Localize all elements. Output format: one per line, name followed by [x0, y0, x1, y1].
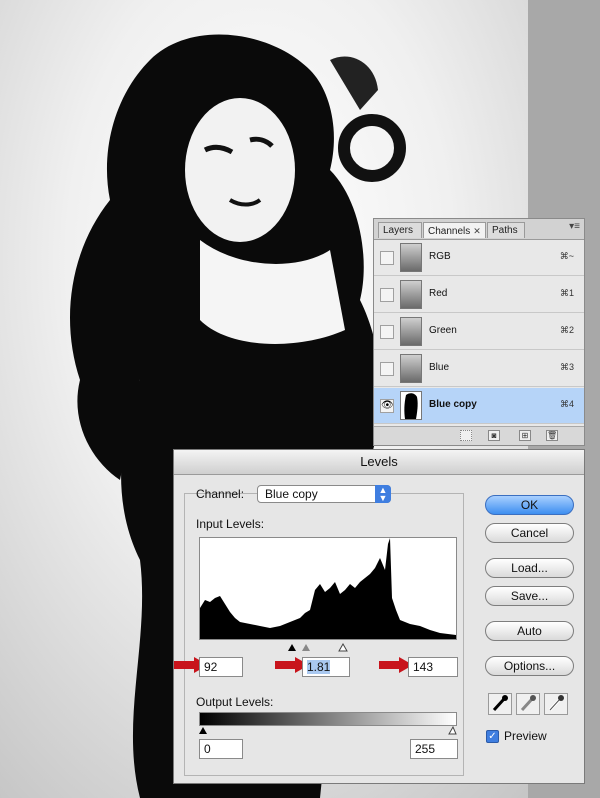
- input-slider: [288, 642, 348, 652]
- output-levels-label: Output Levels:: [196, 695, 274, 709]
- thumbnail-silhouette: [404, 393, 418, 419]
- tab-paths[interactable]: Paths: [487, 222, 525, 238]
- channel-name: Blue copy: [429, 399, 477, 410]
- gamma-handle[interactable]: [302, 644, 310, 651]
- visibility-toggle[interactable]: [380, 251, 394, 265]
- preview-checkbox[interactable]: ✓: [486, 730, 499, 743]
- output-gradient: [199, 712, 457, 726]
- black-point-handle[interactable]: [288, 644, 296, 651]
- tab-channels[interactable]: Channels ✕: [423, 222, 486, 238]
- output-white-handle[interactable]: [448, 726, 457, 735]
- auto-button[interactable]: Auto: [485, 621, 574, 641]
- input-gamma-field[interactable]: 1.81: [302, 657, 350, 677]
- channels-panel: Layers Channels ✕ Paths ▾≡ RGB ⌘~ Red ⌘1 …: [373, 218, 585, 446]
- channel-shortcut: ⌘1: [559, 288, 574, 298]
- channel-thumbnail: [400, 391, 422, 420]
- channel-row-blue[interactable]: Blue ⌘3: [374, 351, 584, 387]
- channel-shortcut: ⌘2: [559, 325, 574, 335]
- channel-name: RGB: [429, 251, 451, 262]
- channel-shortcut: ⌘4: [559, 399, 574, 409]
- channel-shortcut: ⌘3: [559, 362, 574, 372]
- preview-label: Preview: [504, 729, 547, 743]
- visibility-toggle[interactable]: [380, 362, 394, 376]
- dialog-title: Levels: [174, 450, 584, 475]
- load-button[interactable]: Load...: [485, 558, 574, 578]
- channel-thumbnail: [400, 280, 422, 309]
- channel-name: Red: [429, 288, 448, 299]
- channel-row-rgb[interactable]: RGB ⌘~: [374, 240, 584, 276]
- new-channel-icon[interactable]: ⊞: [519, 430, 531, 441]
- eye-icon[interactable]: 👁: [380, 399, 394, 413]
- panel-footer: ◙ ⊞ 🗑: [374, 426, 584, 445]
- white-point-handle[interactable]: [338, 642, 348, 652]
- input-black-field[interactable]: 92: [199, 657, 243, 677]
- tab-layers[interactable]: Layers: [378, 222, 422, 238]
- levels-dialog: Levels Channel: Blue copy ▲ ▼ Input Level…: [173, 449, 585, 784]
- channel-thumbnail: [400, 317, 422, 346]
- gray-eyedropper-icon[interactable]: [516, 693, 540, 715]
- channel-name: Green: [429, 325, 457, 336]
- channel-name: Blue: [429, 362, 450, 373]
- channel-select[interactable]: Blue copy ▲ ▼: [257, 485, 391, 503]
- output-black-handle[interactable]: [199, 727, 207, 734]
- output-black-field[interactable]: 0: [199, 739, 243, 759]
- panel-tab-bar: Layers Channels ✕ Paths ▾≡: [374, 219, 584, 240]
- load-selection-icon[interactable]: [460, 430, 472, 441]
- visibility-toggle[interactable]: [380, 288, 394, 302]
- channel-thumbnail: [400, 354, 422, 383]
- save-button[interactable]: Save...: [485, 586, 574, 606]
- input-slider-track[interactable]: [199, 640, 457, 652]
- channel-thumbnail: [400, 243, 422, 272]
- channel-row-red[interactable]: Red ⌘1: [374, 277, 584, 313]
- channel-row-green[interactable]: Green ⌘2: [374, 314, 584, 350]
- ok-button[interactable]: OK: [485, 495, 574, 515]
- trash-icon[interactable]: 🗑: [546, 430, 558, 441]
- input-levels-label: Input Levels:: [196, 517, 265, 531]
- panel-menu-icon[interactable]: ▾≡: [569, 221, 580, 232]
- cancel-button[interactable]: Cancel: [485, 523, 574, 543]
- options-button[interactable]: Options...: [485, 656, 574, 676]
- channel-shortcut: ⌘~: [559, 251, 574, 261]
- histogram-graph: [200, 538, 456, 639]
- white-eyedropper-icon[interactable]: [544, 693, 568, 715]
- input-white-field[interactable]: 143: [408, 657, 458, 677]
- visibility-toggle[interactable]: [380, 325, 394, 339]
- output-slider[interactable]: [199, 726, 457, 736]
- black-eyedropper-icon[interactable]: [488, 693, 512, 715]
- chevron-updown-icon: ▲ ▼: [375, 485, 391, 503]
- channel-label: Channel:: [196, 487, 245, 501]
- close-icon[interactable]: ✕: [473, 226, 481, 236]
- output-white-field[interactable]: 255: [410, 739, 458, 759]
- histogram: [199, 537, 457, 640]
- save-selection-icon[interactable]: ◙: [488, 430, 500, 441]
- channel-row-blue-copy[interactable]: 👁 Blue copy ⌘4: [374, 388, 584, 424]
